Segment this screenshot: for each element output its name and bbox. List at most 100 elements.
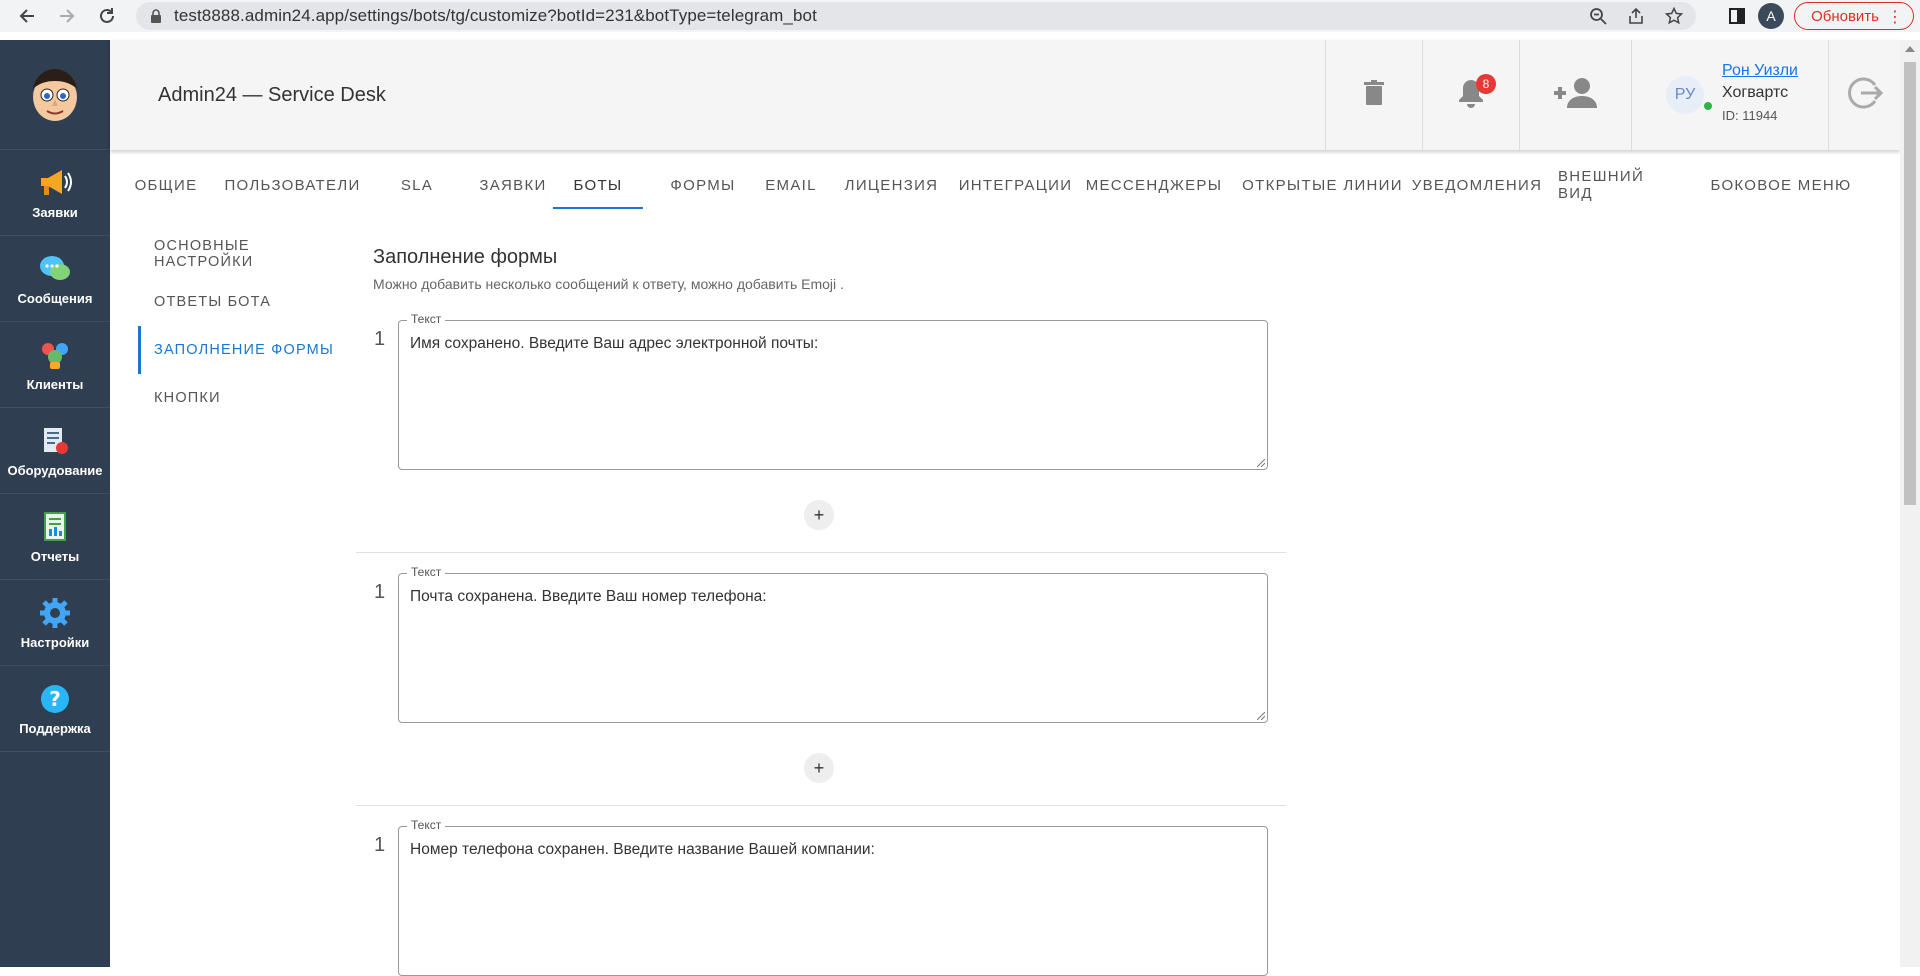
user-id: ID: 11944 bbox=[1722, 107, 1778, 123]
field-label: Текст bbox=[407, 818, 446, 832]
add-user-button[interactable] bbox=[1519, 40, 1631, 150]
zoom-icon[interactable] bbox=[1586, 4, 1610, 28]
url-text: test8888.admin24.app/settings/bots/tg/cu… bbox=[174, 6, 817, 25]
tab-open-lines[interactable]: Открытые линии bbox=[1240, 160, 1405, 210]
tab-notifications[interactable]: Уведомления bbox=[1412, 160, 1542, 210]
tab-license[interactable]: Лицензия bbox=[834, 160, 949, 210]
message-block: 1 Текст Почта сохранена. Введите Ваш ном… bbox=[356, 565, 1286, 805]
avatar: РУ bbox=[1666, 76, 1712, 114]
message-block: 1 Текст Номер телефона сохранен. Введите… bbox=[356, 818, 1286, 976]
bookmark-star-icon[interactable] bbox=[1662, 4, 1686, 28]
logout-icon bbox=[1847, 75, 1883, 116]
submenu-item-bot-replies[interactable]: Ответы бота bbox=[138, 278, 348, 326]
trash-icon bbox=[1363, 79, 1385, 111]
svg-text:?: ? bbox=[49, 687, 61, 711]
message-number: 1 bbox=[374, 328, 386, 350]
sidebar-item-messages[interactable]: Сообщения bbox=[0, 236, 110, 322]
sidebar-item-label: Настройки bbox=[20, 635, 90, 650]
sidebar-item-label: Сообщения bbox=[17, 291, 93, 306]
add-message-button[interactable]: + bbox=[804, 500, 834, 530]
tab-tickets[interactable]: Заявки bbox=[463, 160, 563, 210]
help-icon: ? bbox=[37, 681, 73, 717]
clients-icon bbox=[37, 337, 73, 373]
message-text-field[interactable]: Текст Номер телефона сохранен. Введите н… bbox=[398, 818, 1268, 976]
forward-icon[interactable] bbox=[50, 0, 84, 32]
update-button-label: Обновить bbox=[1811, 7, 1879, 25]
submenu-item-main-settings[interactable]: Основные настройки bbox=[138, 230, 348, 278]
submenu-item-buttons[interactable]: Кнопки bbox=[138, 374, 348, 422]
sidebar-item-settings[interactable]: Настройки bbox=[0, 580, 110, 666]
gear-icon bbox=[37, 595, 73, 631]
profile-avatar[interactable]: A bbox=[1758, 3, 1785, 29]
field-value: Номер телефона сохранен. Введите названи… bbox=[410, 841, 875, 858]
tab-messengers[interactable]: Мессенджеры bbox=[1084, 160, 1224, 210]
divider bbox=[356, 805, 1286, 806]
scroll-up-arrow-icon[interactable] bbox=[1905, 46, 1915, 52]
trash-button[interactable] bbox=[1325, 40, 1422, 150]
resize-grip-icon[interactable] bbox=[1257, 459, 1265, 467]
tab-appearance[interactable]: Внешний вид bbox=[1558, 160, 1683, 210]
field-label: Текст bbox=[407, 312, 446, 326]
app-logo[interactable] bbox=[0, 40, 110, 150]
sidebar-item-label: Клиенты bbox=[26, 377, 84, 392]
divider bbox=[356, 552, 1286, 553]
field-label: Текст bbox=[407, 565, 446, 579]
sidebar-item-label: Заявки bbox=[32, 205, 78, 220]
message-number: 1 bbox=[374, 581, 386, 603]
sidebar-item-clients[interactable]: Клиенты bbox=[0, 322, 110, 408]
side-panel-icon[interactable] bbox=[1726, 5, 1748, 27]
settings-tabs: Общие Пользователи SLA Заявки Боты Формы… bbox=[110, 160, 1900, 210]
scroll-thumb[interactable] bbox=[1904, 62, 1916, 505]
tab-general[interactable]: Общие bbox=[126, 160, 206, 210]
add-message-button[interactable]: + bbox=[804, 753, 834, 783]
tab-bots[interactable]: Боты bbox=[553, 160, 643, 210]
sidebar-item-reports[interactable]: Отчеты bbox=[0, 494, 110, 580]
add-user-icon bbox=[1553, 77, 1599, 114]
reload-icon[interactable] bbox=[90, 0, 124, 32]
browser-toolbar: test8888.admin24.app/settings/bots/tg/cu… bbox=[0, 0, 1920, 32]
active-tab-indicator bbox=[553, 207, 643, 209]
sidebar-item-label: Поддержка bbox=[19, 721, 91, 736]
tab-users[interactable]: Пользователи bbox=[220, 160, 365, 210]
tab-side-menu[interactable]: Боковое меню bbox=[1707, 160, 1855, 210]
submenu-item-form-filling[interactable]: Заполнение формы bbox=[138, 326, 348, 374]
sidebar-item-tickets[interactable]: Заявки bbox=[0, 150, 110, 236]
tab-integrations[interactable]: Интеграции bbox=[953, 160, 1078, 210]
section-description: Можно добавить несколько сообщений к отв… bbox=[373, 276, 844, 292]
user-org: Хогвартс bbox=[1722, 83, 1789, 101]
app-header: Admin24 — Service Desk 8 РУ Рон Уизли Хо… bbox=[110, 40, 1900, 150]
sidebar-item-label: Оборудование bbox=[7, 463, 103, 478]
field-value: Почта сохранена. Введите Ваш номер телеф… bbox=[410, 588, 767, 605]
user-profile[interactable]: РУ Рон Уизли Хогвартс ID: 11944 bbox=[1631, 40, 1828, 150]
sidebar-item-equipment[interactable]: Оборудование bbox=[0, 408, 110, 494]
resize-grip-icon[interactable] bbox=[1257, 712, 1265, 720]
lock-icon bbox=[148, 8, 164, 24]
chat-bubbles-icon bbox=[37, 251, 73, 287]
avatar-initials: РУ bbox=[1674, 86, 1696, 103]
tab-forms[interactable]: Формы bbox=[653, 160, 753, 210]
bot-settings-submenu: Основные настройки Ответы бота Заполнени… bbox=[138, 230, 348, 422]
logout-button[interactable] bbox=[1828, 40, 1900, 150]
field-value: Имя сохранено. Введите Ваш адрес электро… bbox=[410, 335, 819, 352]
page-scrollbar[interactable] bbox=[1900, 40, 1920, 967]
page-title: Admin24 — Service Desk bbox=[158, 84, 386, 106]
tab-sla[interactable]: SLA bbox=[382, 160, 452, 210]
message-text-field[interactable]: Текст Почта сохранена. Введите Ваш номер… bbox=[398, 565, 1268, 723]
notification-badge: 8 bbox=[1476, 74, 1496, 94]
update-button[interactable]: Обновить ⋮ bbox=[1794, 2, 1914, 30]
sidebar-item-support[interactable]: ? Поддержка bbox=[0, 666, 110, 752]
more-vert-icon[interactable]: ⋮ bbox=[1887, 7, 1903, 27]
message-block: 1 Текст Имя сохранено. Введите Ваш адрес… bbox=[356, 312, 1286, 552]
share-icon[interactable] bbox=[1624, 4, 1648, 28]
notifications-button[interactable]: 8 bbox=[1422, 40, 1519, 150]
user-name-link[interactable]: Рон Уизли bbox=[1722, 62, 1798, 80]
message-text-field[interactable]: Текст Имя сохранено. Введите Ваш адрес э… bbox=[398, 312, 1268, 470]
address-bar[interactable]: test8888.admin24.app/settings/bots/tg/cu… bbox=[136, 2, 1696, 30]
section-title: Заполнение формы bbox=[373, 246, 558, 268]
main-sidebar: Заявки Сообщения Клиенты Оборудование От… bbox=[0, 40, 110, 967]
megaphone-icon bbox=[37, 165, 73, 201]
report-icon bbox=[37, 509, 73, 545]
back-icon[interactable] bbox=[10, 0, 44, 32]
tab-email[interactable]: Email bbox=[751, 160, 831, 210]
sidebar-item-label: Отчеты bbox=[30, 549, 80, 564]
